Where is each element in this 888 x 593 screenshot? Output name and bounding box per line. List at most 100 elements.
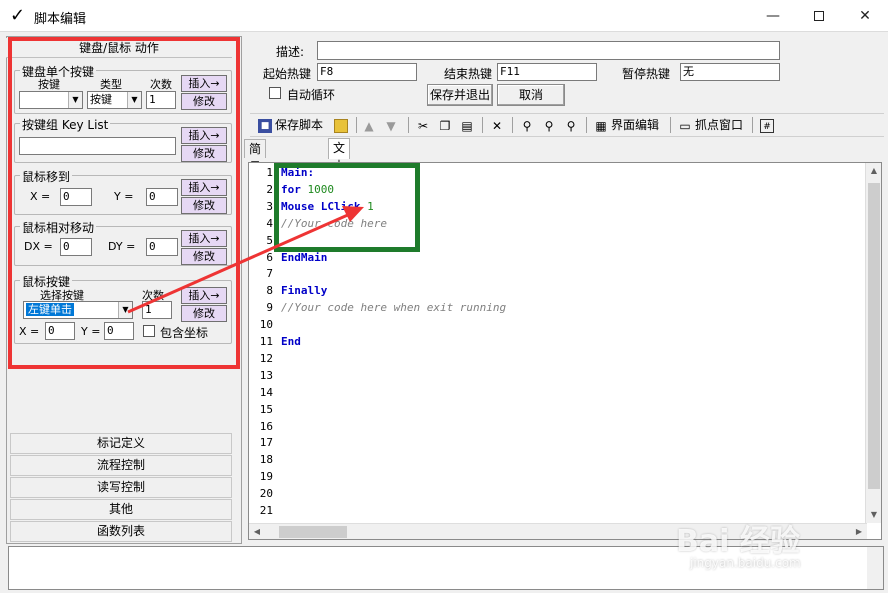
code-line: for 1000 [281,183,334,196]
chevron-down-icon[interactable]: ▼ [68,92,82,108]
ui-edit-button[interactable]: ▦ 界面编辑 [594,114,659,136]
desc-field[interactable] [317,41,780,60]
category-item-3[interactable]: 其他 [10,499,232,520]
chevron-down-icon[interactable]: ▼ [118,302,132,318]
btn-modify-button[interactable]: 修改 [181,305,227,322]
horizontal-scroll-thumb[interactable] [279,526,347,538]
calculator-button[interactable]: # [760,114,777,136]
grid-icon: ▦ [595,118,607,133]
cut-button[interactable]: ✂ [416,114,433,136]
keylist-insert-button[interactable]: 插入→ [181,127,227,144]
move-insert-button[interactable]: 插入→ [181,179,227,196]
code-line: EndMain [281,251,327,264]
toolbar-separator [670,117,671,133]
group-title-mouse-rel: 鼠标相对移动 [20,219,97,236]
replace-button[interactable]: ⚲ [564,114,581,136]
move-modify-button[interactable]: 修改 [181,197,227,214]
delete-button[interactable]: ✕ [490,114,507,136]
delete-x-icon: ✕ [491,118,503,133]
code-number: 1000 [307,182,335,196]
editor-toolbar: ■ 保存脚本 ▲ ▼ ✂ ❐ ▤ ✕ ⚲ ⚲ ⚲ ▦ 界面编辑 ▭ 抓点窗口 # [250,113,884,137]
code-editor[interactable]: 1 2 3 4 5 6 7 8 9 10 11 12 13 14 15 16 17 18 19 20 21 Main: f… [248,162,882,540]
line-number-gutter: 1 2 3 4 5 6 7 8 9 10 11 12 13 14 15 16 17 18 19 20 21 [249,163,277,523]
mouse-button-combo[interactable]: 左键单击 ▼ [23,301,133,319]
label-btn-x: X = [19,325,40,338]
code-keyword: Finally [281,284,328,298]
line-number: 8 [266,284,273,298]
move-up-button[interactable]: ▲ [362,114,379,136]
category-item-2[interactable]: 读写控制 [10,477,232,498]
category-item-1[interactable]: 流程控制 [10,455,232,476]
capture-window-button[interactable]: ▭ 抓点窗口 [678,114,743,136]
toolbar-separator [408,117,409,133]
key-combo[interactable]: ▼ [19,91,83,109]
move-y-field[interactable]: 0 [146,188,178,206]
line-number: 19 [259,470,273,484]
auto-loop-checkbox[interactable] [269,87,281,99]
panel-header-kb-mouse[interactable]: 键盘/鼠标 动作 [6,38,232,58]
include-coords-checkbox[interactable] [143,325,155,337]
scroll-left-icon[interactable]: ◀ [249,524,265,539]
replace-icon: ⚲ [566,118,576,133]
pause-hotkey-field[interactable]: 无 [680,63,780,81]
code-keyword: EndMain [281,250,328,264]
tab-text-mode[interactable]: 文本编辑模式 [328,138,351,245]
category-item-4[interactable]: 函数列表 [10,521,232,542]
ui-edit-label: 界面编辑 [611,118,660,132]
kb-modify-button[interactable]: 修改 [181,93,227,110]
label-dy: DY = [108,240,136,253]
tab-simple-mode[interactable]: 简易编辑模式 [244,139,267,246]
move-down-button[interactable]: ▼ [384,114,401,136]
btn-x-field[interactable]: 0 [45,322,75,340]
rel-dy-field[interactable]: 0 [146,238,178,256]
paste-button[interactable]: ▤ [460,114,477,136]
desc-label: 描述: [276,45,305,59]
rel-dx-field[interactable]: 0 [60,238,92,256]
move-x-field[interactable]: 0 [60,188,92,206]
toolbar-separator [752,117,753,133]
save-exit-button[interactable]: 保存并退出 [427,84,493,106]
label-type: 类型 [100,78,122,91]
kb-insert-button[interactable]: 插入→ [181,75,227,92]
label-x: X = [30,190,51,203]
line-number: 3 [266,199,273,213]
btn-insert-button[interactable]: 插入→ [181,287,227,304]
code-line: Finally [281,284,327,297]
kb-count-field[interactable]: 1 [146,91,176,109]
folder-icon [334,118,348,133]
save-script-button[interactable]: ■ 保存脚本 [258,114,323,136]
line-number: 12 [259,351,273,365]
find-button[interactable]: ⚲ [520,114,537,136]
btn-count-field[interactable]: 1 [142,301,172,319]
end-hotkey-field[interactable]: F11 [497,63,597,81]
category-item-0[interactable]: 标记定义 [10,433,232,454]
output-scrollbar[interactable] [867,547,883,589]
keylist-modify-button[interactable]: 修改 [181,145,227,162]
find-next-button[interactable]: ⚲ [542,114,559,136]
maximize-icon [814,11,824,21]
chevron-down-icon[interactable]: ▼ [127,92,141,108]
copy-button[interactable]: ❐ [438,114,455,136]
vertical-scroll-thumb[interactable] [868,183,880,489]
start-hotkey-field[interactable]: F8 [317,63,417,81]
scissors-icon: ✂ [417,118,429,133]
open-folder-button[interactable] [334,114,351,136]
rel-insert-button[interactable]: 插入→ [181,230,227,247]
vertical-scrollbar[interactable]: ▲ ▼ [865,163,881,523]
cancel-button[interactable]: 取消 [497,84,565,106]
scroll-right-icon[interactable]: ▶ [851,524,867,539]
close-button[interactable]: ✕ [842,0,888,32]
maximize-button[interactable] [796,0,842,32]
minimize-button[interactable]: — [750,0,796,32]
key-list-field[interactable] [19,137,176,155]
code-comment: //Your code here [281,216,387,230]
btn-y-field[interactable]: 0 [104,322,134,340]
code-keyword: for [281,182,301,196]
line-number: 17 [259,436,273,450]
scroll-up-icon[interactable]: ▲ [866,163,881,179]
checkmark-app-icon: ✓ [10,5,26,26]
scroll-down-icon[interactable]: ▼ [866,507,881,523]
type-combo[interactable]: 按键 ▼ [87,91,142,109]
line-number: 14 [259,385,273,399]
rel-modify-button[interactable]: 修改 [181,248,227,265]
